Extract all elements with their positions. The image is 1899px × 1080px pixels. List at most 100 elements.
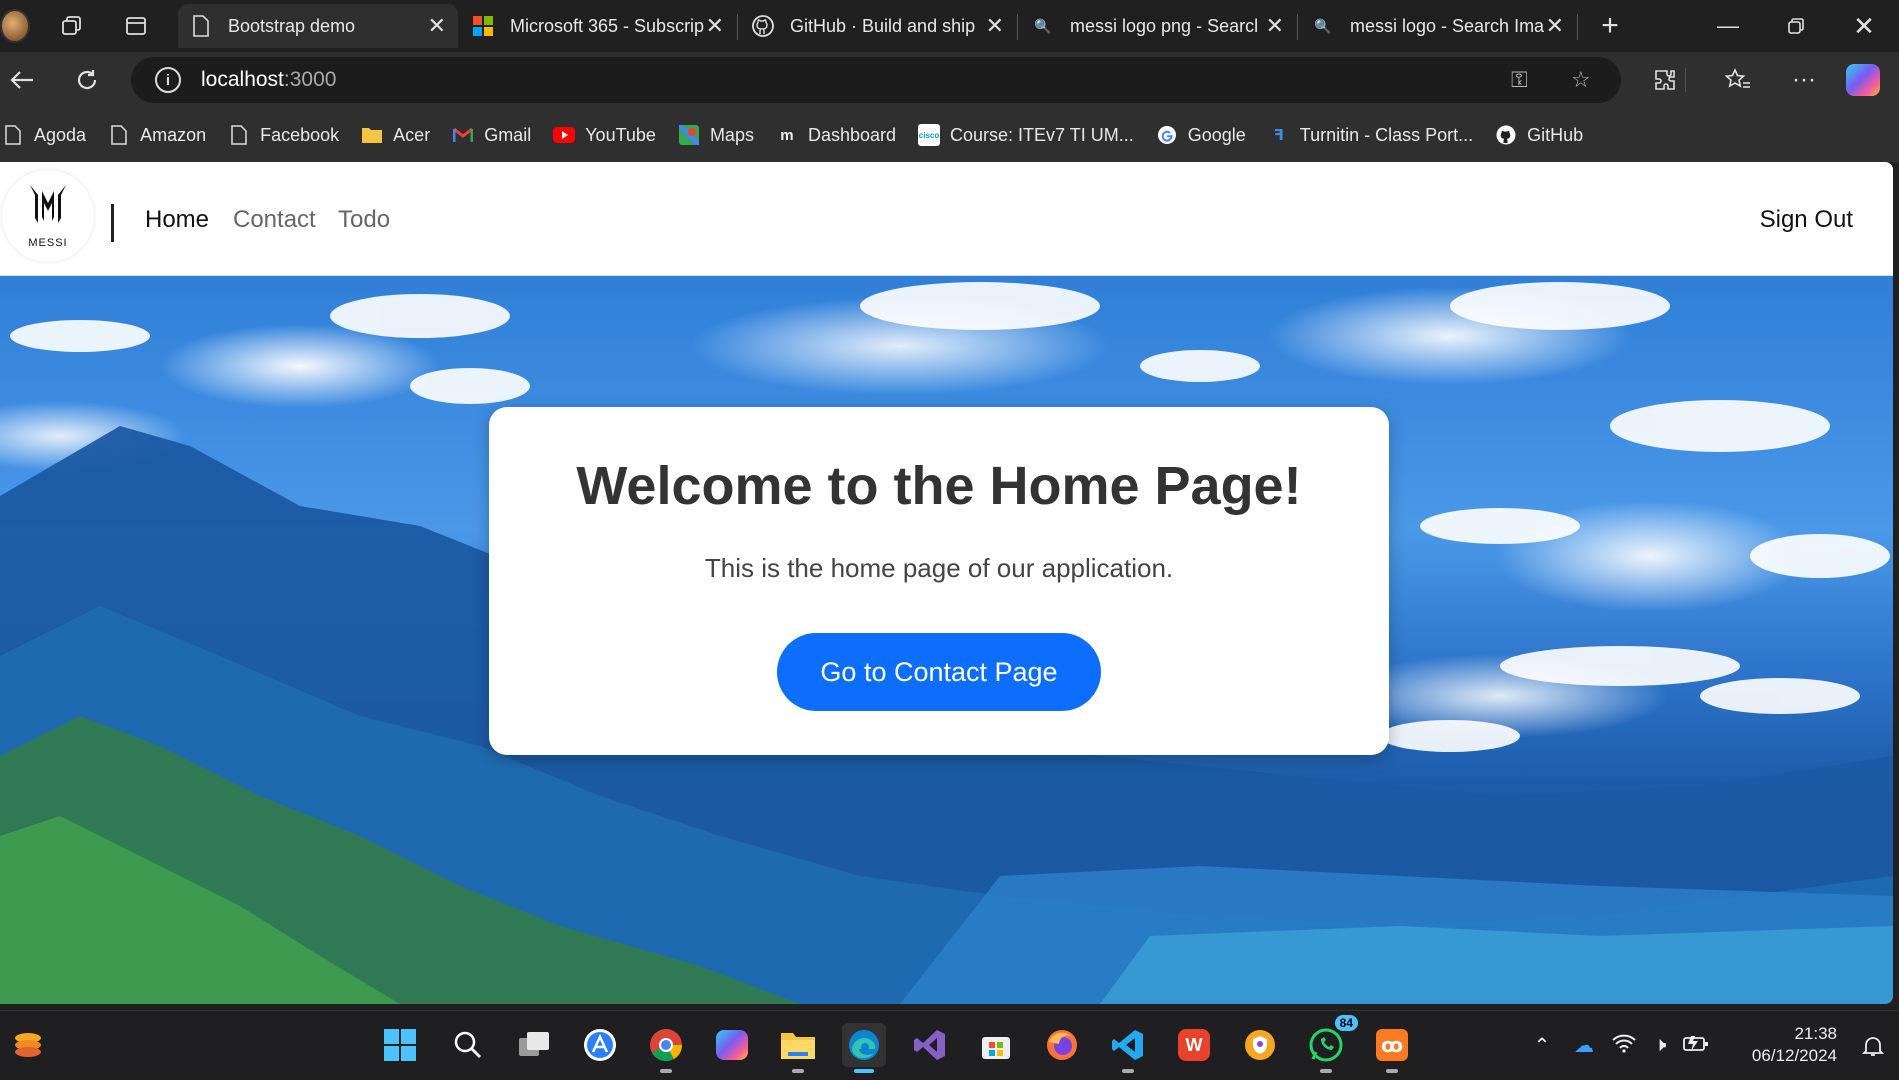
bookmark-amazon[interactable]: Amazon [108,124,206,146]
bookmark-github[interactable]: GitHub [1495,124,1583,146]
task-view-icon[interactable] [512,1023,556,1067]
bookmark-maps[interactable]: Maps [678,124,754,146]
messi-logo[interactable]: MESSI [2,170,94,262]
clock[interactable]: 21:38 06/12/2024 [1752,1023,1837,1067]
visual-studio-icon[interactable] [908,1023,952,1067]
edge-icon[interactable] [842,1023,886,1073]
tab-title: Bootstrap demo [228,15,356,36]
bookmark-google[interactable]: Google [1156,124,1246,146]
turnitin-icon: ꟻ [1273,127,1284,144]
logo-text: MESSI [28,237,68,249]
wps-office-icon[interactable]: W [1172,1023,1216,1067]
nav-home[interactable]: Home [145,206,209,234]
system-tray: ⌃ ☁ 🕨 [1522,1011,1714,1080]
close-tab-icon[interactable]: ✕ [986,13,1004,39]
github-icon [752,15,774,37]
close-tab-icon[interactable]: ✕ [1546,13,1564,39]
favorite-star-icon[interactable]: ☆ [1571,67,1591,93]
bookmark-turnitin[interactable]: ꟻ Turnitin - Class Port... [1268,124,1474,146]
bookmark-facebook[interactable]: Facebook [228,124,339,146]
whatsapp-icon[interactable]: 84 [1304,1015,1358,1073]
bookmark-label: Agoda [34,124,87,145]
nav-contact[interactable]: Contact [233,206,316,234]
bookmark-label: GitHub [1527,124,1584,145]
running-indicator [1386,1069,1398,1073]
sign-out-link[interactable]: Sign Out [1760,206,1853,234]
xampp-icon[interactable]: ꝏ [1370,1023,1414,1073]
cisco-icon: cisco [918,124,941,146]
vscode-icon[interactable] [1106,1023,1150,1073]
new-tab-button[interactable]: + [1590,6,1630,46]
bookmark-gmail[interactable]: Gmail [452,124,531,146]
go-to-contact-button[interactable]: Go to Contact Page [777,633,1101,711]
tab-actions-icon[interactable] [108,0,164,52]
brave-vpn-icon[interactable] [1238,1023,1282,1067]
bookmark-course-itev7[interactable]: cisco Course: ITEv7 TI UM... [918,124,1134,146]
workspaces-icon[interactable] [44,0,100,52]
onedrive-icon[interactable]: ☁ [1562,1033,1606,1058]
extensions-icon[interactable] [1645,60,1685,100]
app-store-icon[interactable] [578,1023,622,1067]
back-button[interactable] [2,60,42,100]
tab-separator [1297,14,1298,40]
tab-bar: Bootstrap demo ✕ Microsoft 365 - Subscri… [0,0,1899,52]
welcome-text: This is the home page of our application… [704,553,1174,583]
bookmark-label: YouTube [585,124,656,145]
nav-todo[interactable]: Todo [338,206,390,234]
firefox-icon[interactable] [1040,1023,1084,1067]
minimize-button[interactable]: — [1693,0,1763,52]
bookmark-youtube[interactable]: YouTube [553,124,656,146]
logo-mark-icon [28,183,68,233]
tab-messi-logo-png[interactable]: 🔍 messi logo png - Searcl ✕ [1020,4,1296,48]
bookmark-acer[interactable]: Acer [361,124,430,146]
running-indicator [1122,1069,1134,1073]
address-bar[interactable]: i localhost:3000 ⚿ ☆ [131,57,1621,103]
search-icon: 🔍 [1034,17,1052,34]
close-tab-icon[interactable]: ✕ [1266,13,1284,39]
windows-taskbar: W 84 ꝏ ⌃ ☁ 🕨 21:38 06/12/2024 [0,1010,1899,1079]
bookmark-dashboard[interactable]: m Dashboard [776,124,896,146]
wifi-icon[interactable] [1606,1033,1642,1059]
chevron-up-icon[interactable]: ⌃ [1522,1033,1562,1058]
avatar [0,9,30,43]
tab-microsoft-365[interactable]: Microsoft 365 - Subscrip ✕ [460,4,736,48]
restore-button[interactable] [1761,0,1831,52]
tab-bootstrap-demo[interactable]: Bootstrap demo ✕ [178,4,458,48]
file-explorer-icon[interactable] [776,1023,820,1073]
battery-icon[interactable] [1678,1034,1714,1058]
site-info-icon[interactable]: i [155,67,181,93]
bookmark-label: Gmail [484,124,532,145]
close-tab-icon[interactable]: ✕ [428,13,446,39]
widgets-icon[interactable] [6,1023,50,1067]
tab-separator [737,14,738,40]
speaker-muted-icon[interactable]: 🕨 [1642,1034,1678,1057]
tab-separator [1577,14,1578,40]
microsoft-icon [472,15,494,37]
notifications-icon[interactable] [1862,1011,1892,1080]
microsoft-store-icon[interactable] [974,1023,1018,1067]
welcome-heading: Welcome to the Home Page! [576,456,1302,516]
chrome-icon[interactable] [644,1023,688,1073]
page-icon [228,124,250,146]
browser-window: Bootstrap demo ✕ Microsoft 365 - Subscri… [0,0,1899,1079]
copilot-taskbar-icon[interactable] [710,1023,754,1067]
more-options-icon[interactable]: ··· [1784,60,1824,100]
profile-button[interactable] [0,0,30,52]
refresh-button[interactable] [67,60,107,100]
bookmark-agoda[interactable]: Agoda [2,124,86,146]
close-window-button[interactable]: ✕ [1829,0,1899,52]
copilot-icon[interactable] [1846,64,1880,96]
running-indicator [1320,1069,1332,1073]
close-tab-icon[interactable]: ✕ [706,13,724,39]
tab-github[interactable]: GitHub · Build and ship ✕ [740,4,1016,48]
page-icon [2,124,24,146]
search-icon[interactable] [446,1023,490,1067]
key-icon[interactable]: ⚿ [1511,67,1528,93]
favorites-icon[interactable] [1718,60,1758,100]
tab-title: messi logo png - Searcl [1070,15,1259,36]
youtube-icon [553,124,576,146]
page-icon [190,15,212,37]
start-button[interactable] [378,1023,422,1067]
notification-badge: 84 [1334,1015,1358,1031]
tab-messi-logo-images[interactable]: 🔍 messi logo - Search Ima ✕ [1300,4,1576,48]
